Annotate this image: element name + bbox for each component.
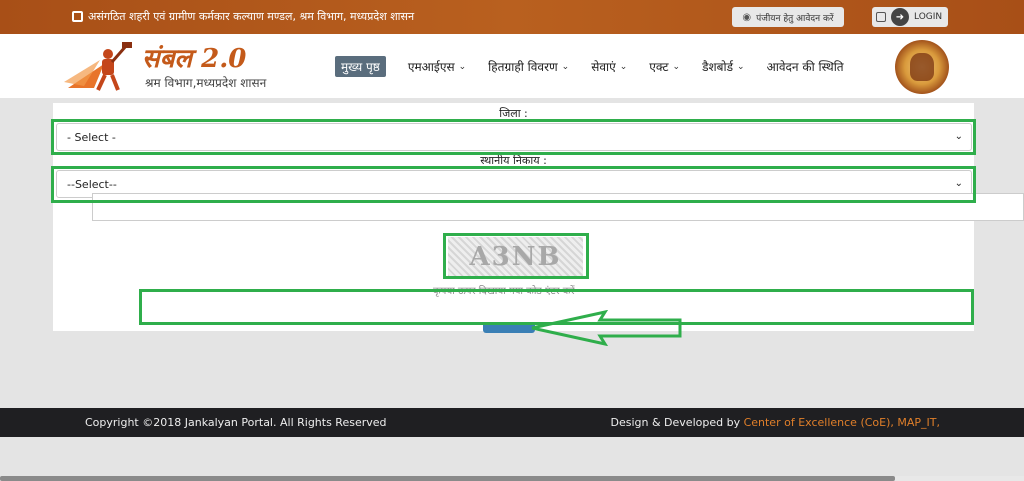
captcha-hint: कृपया ऊपर दिखाया गया कोड एंटर करें: [433, 286, 575, 297]
nav-services-label: सेवाएं: [591, 60, 616, 74]
site-footer: Copyright ©2018 Jankalyan Portal. All Ri…: [0, 408, 1024, 437]
chevron-down-icon: ⌄: [561, 61, 570, 72]
sign-in-icon: ➜: [891, 8, 909, 26]
chevron-down-icon: ⌄: [954, 131, 963, 142]
worker-logo-icon[interactable]: [64, 42, 138, 92]
login-label: LOGIN: [914, 12, 943, 22]
logo-title[interactable]: संबल 2.0: [142, 39, 246, 75]
nav-dashboard[interactable]: डैशबोर्ड ⌄: [702, 58, 745, 75]
main-nav: मुख्य पृष्ठ एमआईएस ⌄ हितग्राही विवरण ⌄ स…: [335, 56, 866, 77]
submit-button[interactable]: [483, 325, 535, 333]
district-select-value: - Select -: [67, 131, 116, 144]
nav-mis[interactable]: एमआईएस ⌄: [408, 58, 466, 75]
nav-mis-label: एमआईएस: [407, 60, 455, 74]
ministry-title: असंगठित शहरी एवं ग्रामीण कर्मकार कल्याण …: [72, 9, 414, 24]
chevron-down-icon: ⌄: [619, 61, 628, 72]
nav-home[interactable]: मुख्य पृष्ठ: [335, 56, 386, 77]
developer-credit: Design & Developed by Center of Excellen…: [611, 416, 941, 429]
login-button[interactable]: ➜ LOGIN: [872, 7, 948, 27]
arrow-left-icon: [531, 310, 682, 346]
site-header: संबल 2.0 श्रम विभाग,मध्यप्रदेश शासन मुख्…: [0, 34, 1024, 98]
copyright-text: Copyright ©2018 Jankalyan Portal. All Ri…: [85, 416, 387, 429]
nav-application-status-label: आवेदन की स्थिति: [766, 60, 844, 74]
logo-subtitle: श्रम विभाग,मध्यप्रदेश शासन: [145, 76, 267, 90]
nav-act-label: एक्ट: [649, 60, 669, 74]
nav-beneficiary-label: हितग्राही विवरण: [488, 60, 558, 74]
scrollbar-thumb[interactable]: [0, 476, 895, 481]
edit-icon: [72, 11, 83, 22]
local-body-label: स्थानीय निकाय :: [480, 154, 547, 167]
register-button[interactable]: ◉ पंजीयन हेतु आवेदन करें: [732, 7, 844, 27]
register-label: पंजीयन हेतु आवेदन करें: [756, 13, 834, 24]
card-icon: [876, 12, 886, 22]
nav-dashboard-label: डैशबोर्ड: [702, 60, 734, 74]
chevron-down-icon: ⌄: [737, 61, 745, 72]
district-label: जिला :: [499, 107, 528, 120]
nav-services[interactable]: सेवाएं ⌄: [591, 58, 627, 75]
nav-beneficiary[interactable]: हितग्राही विवरण ⌄: [488, 58, 569, 75]
coe-link[interactable]: Center of Excellence (CoE), MAP_IT,: [744, 416, 940, 429]
chevron-down-icon: ⌄: [458, 61, 467, 72]
captcha-input[interactable]: [92, 193, 1024, 221]
captcha-image: A3NB: [448, 237, 583, 277]
ministry-text: असंगठित शहरी एवं ग्रामीण कर्मकार कल्याण …: [88, 10, 415, 23]
chevron-down-icon: ⌄: [672, 61, 681, 72]
chevron-down-icon: ⌄: [954, 178, 963, 189]
top-bar: असंगठित शहरी एवं ग्रामीण कर्मकार कल्याण …: [0, 0, 1024, 34]
nav-home-label: मुख्य पृष्ठ: [341, 60, 380, 74]
state-emblem-icon: [895, 40, 949, 94]
users-icon: ◉: [742, 11, 752, 23]
developer-prefix: Design & Developed by: [610, 416, 744, 429]
district-select[interactable]: - Select - ⌄: [56, 123, 972, 151]
nav-application-status[interactable]: आवेदन की स्थिति: [767, 58, 844, 75]
nav-act[interactable]: एक्ट ⌄: [649, 58, 680, 75]
local-body-select-value: --Select--: [67, 178, 117, 191]
